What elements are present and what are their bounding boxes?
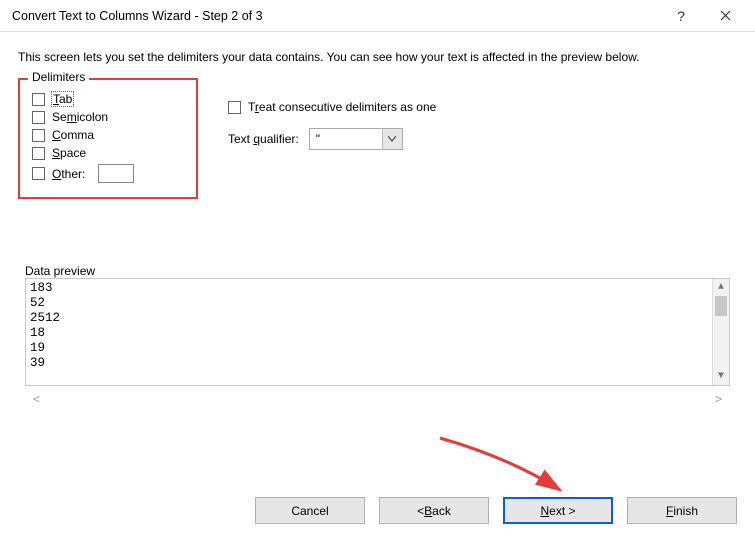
scroll-down-icon[interactable]: ▼ <box>713 368 729 385</box>
checkbox-icon <box>32 167 45 180</box>
dialog-buttons: Cancel < Back Next > Finish <box>255 497 737 524</box>
comma-checkbox[interactable]: Comma <box>32 128 184 142</box>
delimiters-legend: Delimiters <box>28 70 89 84</box>
annotation-arrow <box>430 428 600 508</box>
finish-button[interactable]: Finish <box>627 497 737 524</box>
preview-line: 18 <box>30 326 727 341</box>
titlebar: Convert Text to Columns Wizard - Step 2 … <box>0 0 755 32</box>
other-checkbox[interactable]: Other: <box>32 164 184 183</box>
other-delimiter-input[interactable] <box>98 164 134 183</box>
scroll-up-icon[interactable]: ▲ <box>713 279 729 296</box>
back-button[interactable]: < Back <box>379 497 489 524</box>
preview-line: 2512 <box>30 311 727 326</box>
preview-line: 19 <box>30 341 727 356</box>
checkbox-icon <box>32 147 45 160</box>
data-preview-box: 183 52 2512 18 19 39 ▲ ▼ <box>25 278 730 386</box>
scroll-right-icon[interactable]: > <box>711 392 726 406</box>
text-qualifier-label: Text qualifier: <box>228 132 299 146</box>
scroll-left-icon[interactable]: < <box>29 392 44 406</box>
chevron-down-icon <box>388 136 396 142</box>
semicolon-checkbox[interactable]: Semicolon <box>32 110 184 124</box>
description-text: This screen lets you set the delimiters … <box>18 50 737 64</box>
checkbox-icon <box>32 129 45 142</box>
text-qualifier-value: " <box>310 129 382 149</box>
checkbox-icon <box>32 93 45 106</box>
help-button[interactable]: ? <box>659 2 703 30</box>
vertical-scrollbar[interactable]: ▲ ▼ <box>712 279 729 385</box>
preview-line: 39 <box>30 356 727 371</box>
cancel-button[interactable]: Cancel <box>255 497 365 524</box>
dropdown-button[interactable] <box>382 129 402 149</box>
close-icon <box>720 10 731 21</box>
delimiters-group: Delimiters Tab Semicolon Comma Space Oth… <box>18 78 198 199</box>
close-button[interactable] <box>703 2 747 30</box>
consecutive-delimiters-checkbox[interactable]: Treat consecutive delimiters as one <box>228 100 436 114</box>
scroll-thumb[interactable] <box>715 296 727 316</box>
horizontal-scrollbar[interactable]: < > <box>25 390 730 408</box>
checkbox-icon <box>228 101 241 114</box>
window-title: Convert Text to Columns Wizard - Step 2 … <box>12 9 659 23</box>
data-preview-group: Data preview 183 52 2512 18 19 39 ▲ ▼ < … <box>18 239 737 415</box>
preview-line: 52 <box>30 296 727 311</box>
data-preview-legend: Data preview <box>25 264 730 278</box>
space-checkbox[interactable]: Space <box>32 146 184 160</box>
checkbox-icon <box>32 111 45 124</box>
preview-line: 183 <box>30 281 727 296</box>
text-qualifier-dropdown[interactable]: " <box>309 128 403 150</box>
tab-checkbox[interactable]: Tab <box>32 92 184 106</box>
next-button[interactable]: Next > <box>503 497 613 524</box>
